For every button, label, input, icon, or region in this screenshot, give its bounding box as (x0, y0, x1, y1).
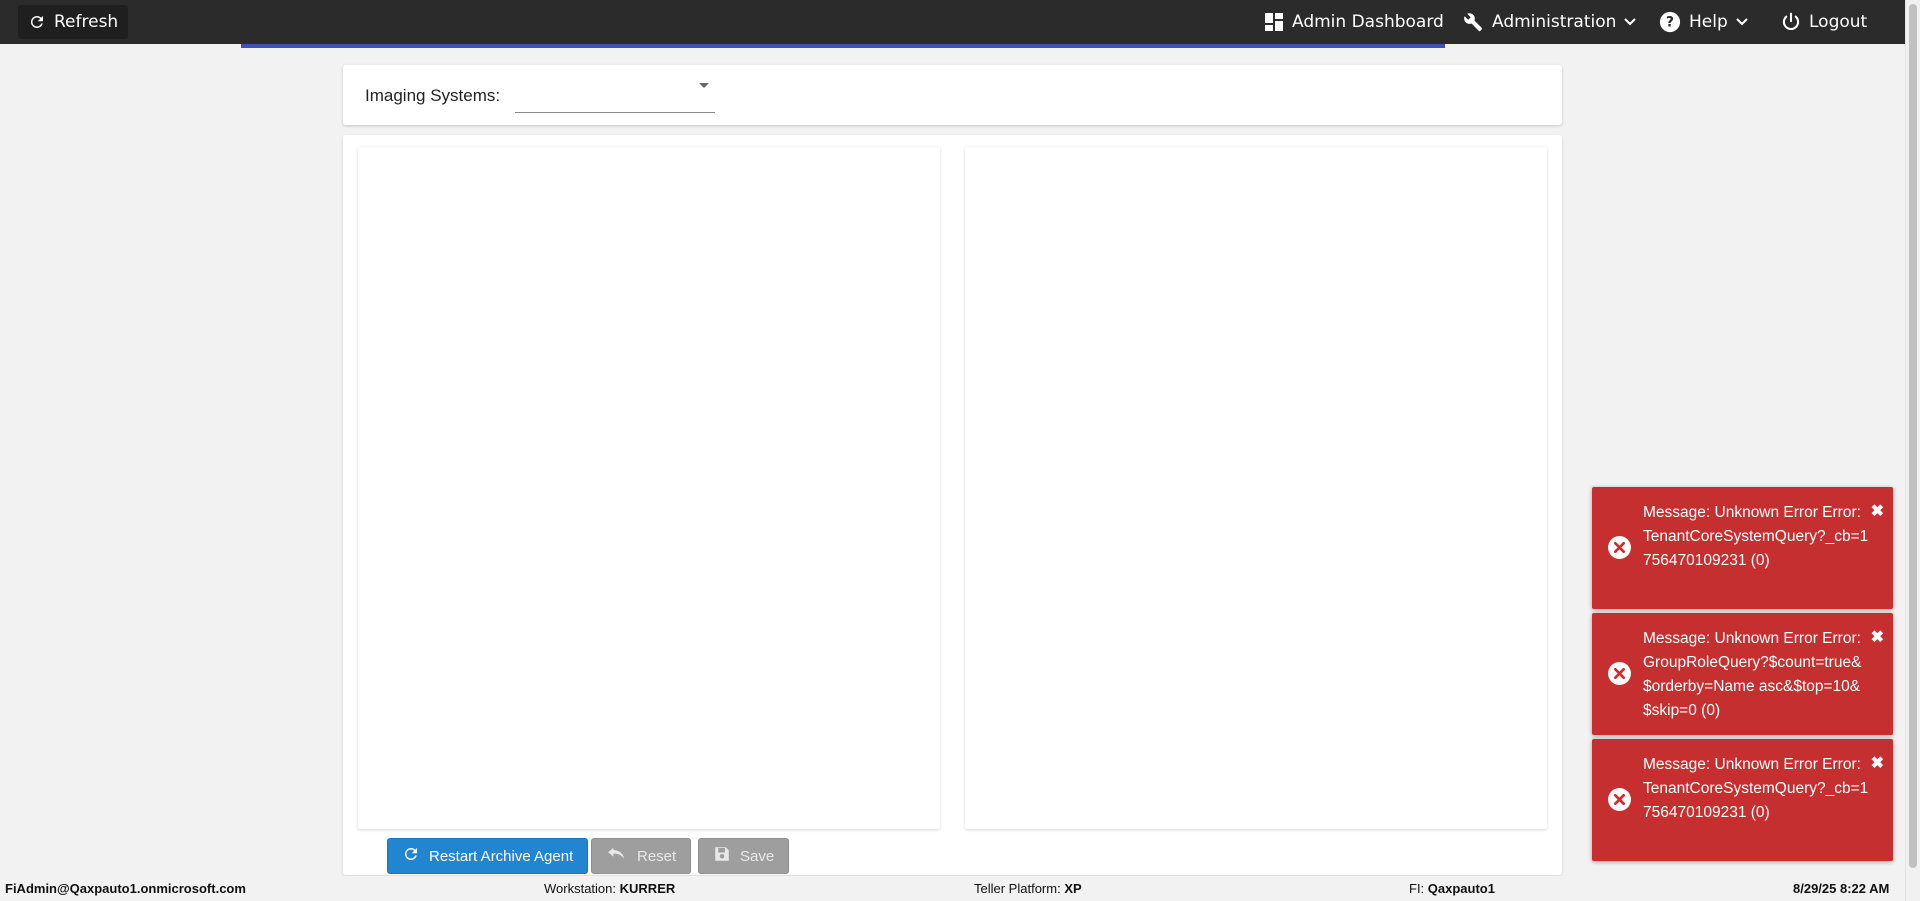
status-fi: FI: Qaxpauto1 (1409, 881, 1495, 896)
dashboard-icon (1264, 12, 1284, 32)
error-icon (1607, 787, 1632, 812)
logout-button[interactable]: Logout (1781, 0, 1867, 44)
refresh-button[interactable]: Refresh (18, 5, 129, 39)
help-menu[interactable]: ? Help (1659, 0, 1748, 44)
toast-message: Message: Unknown Error Error: TenantCore… (1643, 504, 1869, 569)
left-panel (358, 147, 940, 829)
chevron-down-icon (1624, 18, 1637, 26)
status-teller-platform: Teller Platform: XP (974, 881, 1082, 896)
undo-icon (606, 846, 628, 866)
save-label: Save (740, 847, 775, 865)
workstation-value: KURRER (619, 881, 676, 896)
admin-dashboard-link[interactable]: Admin Dashboard (1264, 0, 1444, 44)
svg-text:?: ? (1666, 15, 1674, 31)
error-icon (1607, 661, 1632, 686)
imaging-systems-label: Imaging Systems: (365, 86, 501, 105)
error-toast[interactable]: Message: Unknown Error Error: GroupRoleQ… (1592, 613, 1893, 735)
wrench-icon (1462, 11, 1484, 33)
close-icon[interactable]: ✖ (1871, 627, 1884, 647)
status-bar: FiAdmin@Qaxpauto1.onmicrosoft.com Workst… (0, 876, 1905, 901)
fi-label: FI: (1409, 881, 1425, 896)
scrollbar-thumb[interactable] (1909, 4, 1917, 868)
help-icon: ? (1659, 11, 1681, 33)
error-icon (1607, 535, 1632, 560)
teller-label: Teller Platform: (974, 881, 1061, 896)
dropdown-caret-icon (699, 83, 709, 88)
restart-archive-agent-button[interactable]: Restart Archive Agent (387, 838, 589, 874)
refresh-icon (28, 13, 46, 31)
status-datetime: 8/29/25 8:22 AM (1793, 881, 1890, 896)
error-toast[interactable]: Message: Unknown Error Error: TenantCore… (1592, 487, 1893, 609)
teller-value: XP (1064, 881, 1082, 896)
admin-dashboard-label: Admin Dashboard (1292, 12, 1444, 32)
error-toast[interactable]: Message: Unknown Error Error: TenantCore… (1592, 739, 1893, 861)
close-icon[interactable]: ✖ (1871, 753, 1884, 773)
status-workstation: Workstation: KURRER (544, 881, 675, 896)
right-panel (965, 147, 1547, 829)
logout-label: Logout (1809, 12, 1868, 32)
help-label: Help (1689, 12, 1728, 32)
save-icon (713, 845, 731, 867)
loading-progress-bar (241, 44, 1445, 48)
administration-menu[interactable]: Administration (1462, 0, 1637, 44)
toast-message: Message: Unknown Error Error: GroupRoleQ… (1643, 630, 1862, 719)
chevron-down-icon (1736, 18, 1748, 26)
fi-value: Qaxpauto1 (1427, 881, 1495, 896)
imaging-systems-select[interactable] (515, 79, 715, 113)
save-button[interactable]: Save (698, 838, 790, 874)
page-scrollbar[interactable] (1905, 0, 1920, 901)
reset-label: Reset (637, 847, 677, 865)
refresh-label: Refresh (54, 12, 119, 32)
workstation-label: Workstation: (544, 881, 617, 896)
status-user: FiAdmin@Qaxpauto1.onmicrosoft.com (5, 881, 246, 896)
administration-label: Administration (1492, 12, 1617, 32)
filter-card: Imaging Systems: (343, 65, 1562, 125)
top-navbar: Refresh Admin Dashboard Administration ?… (0, 0, 1905, 44)
refresh-icon (402, 845, 420, 867)
main-card: Restart Archive Agent Reset Save (343, 135, 1562, 875)
reset-button[interactable]: Reset (591, 838, 692, 874)
close-icon[interactable]: ✖ (1871, 501, 1884, 521)
restart-label: Restart Archive Agent (429, 847, 574, 865)
power-icon (1781, 12, 1801, 32)
toast-message: Message: Unknown Error Error: TenantCore… (1643, 756, 1869, 821)
